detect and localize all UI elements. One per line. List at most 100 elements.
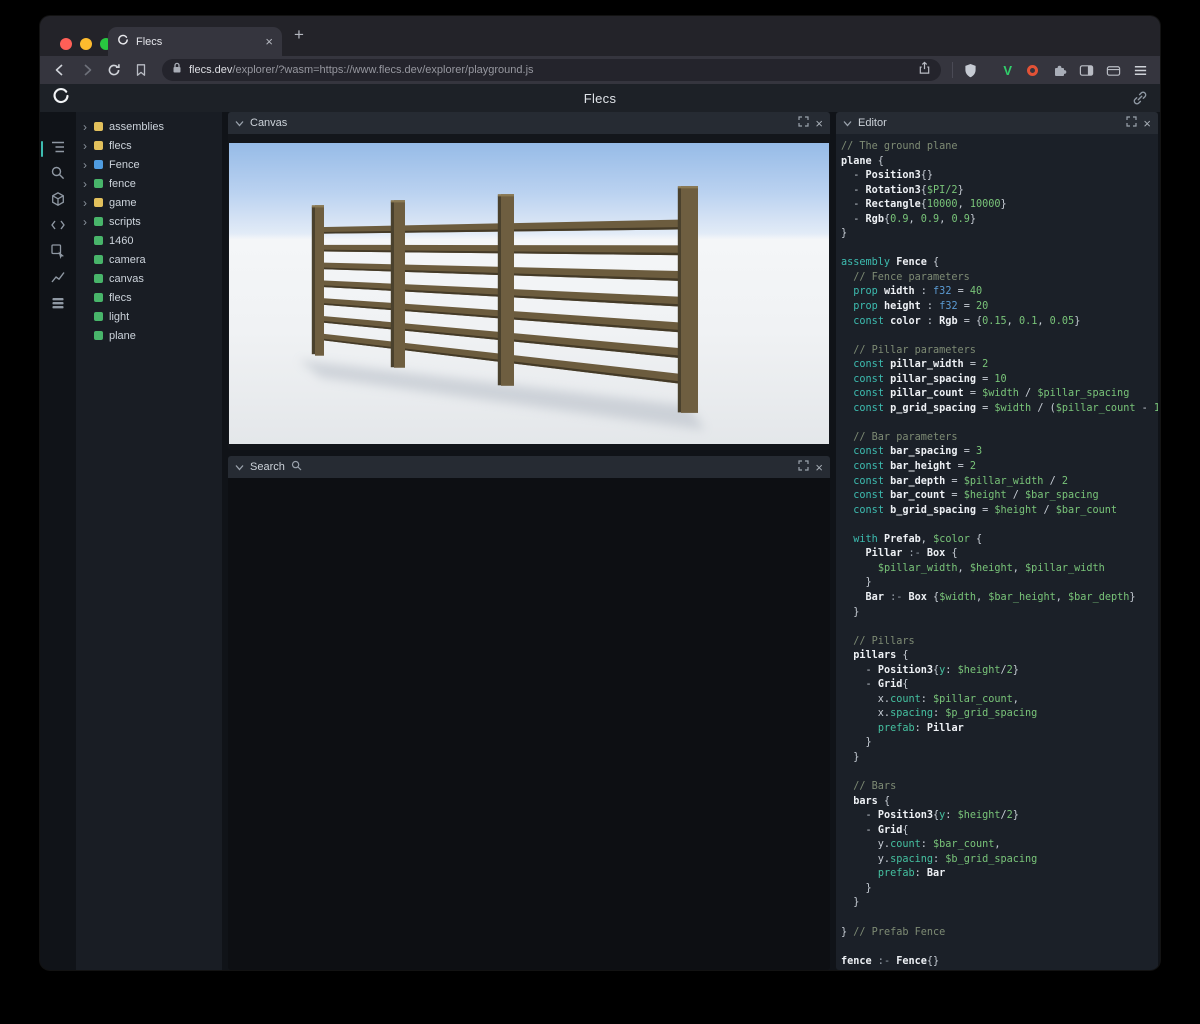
fence-3d-render <box>229 143 829 444</box>
tree-item-label: scripts <box>109 216 141 228</box>
expand-arrow-icon[interactable]: › <box>83 159 94 171</box>
close-window-button[interactable] <box>60 38 72 50</box>
bookmarks-button[interactable] <box>131 60 151 80</box>
minimize-window-button[interactable] <box>80 38 92 50</box>
tree-item-scripts[interactable]: › scripts <box>76 212 222 231</box>
tree-item-light[interactable]: light <box>76 307 222 326</box>
entity-tree-button[interactable] <box>40 136 76 162</box>
panel-expand-button[interactable] <box>1126 114 1137 132</box>
canvas-panel: Canvas × <box>228 112 830 450</box>
sidebar-panel-icon <box>1079 63 1094 78</box>
code-line <box>841 766 1158 781</box>
expand-arrow-icon[interactable]: › <box>83 178 94 190</box>
expand-arrow-icon[interactable]: › <box>83 140 94 152</box>
tree-item-Fence[interactable]: ›Fence <box>76 155 222 174</box>
extension-v-button[interactable]: V <box>1000 63 1015 78</box>
search-button[interactable] <box>40 162 76 188</box>
tree-item-flecs[interactable]: flecs <box>76 288 222 307</box>
sidebar-toggle-button[interactable] <box>1076 60 1096 80</box>
tree-item-label: fence <box>109 178 136 190</box>
code-editor[interactable]: // The ground planeplane { - Position3{}… <box>836 134 1158 970</box>
code-line: - Rotation3{$PI/2} <box>841 184 1158 199</box>
expand-arrow-icon[interactable]: › <box>83 197 94 209</box>
brave-shield-button[interactable] <box>960 60 980 80</box>
entity-kind-icon <box>94 274 103 283</box>
code-line: Pillar :- Box { <box>841 547 1158 562</box>
tree-item-canvas[interactable]: canvas <box>76 269 222 288</box>
back-button[interactable] <box>50 60 70 80</box>
bookmark-icon <box>134 63 148 77</box>
code-line: } <box>841 882 1158 897</box>
url-text: flecs.dev/explorer/?wasm=https://www.fle… <box>189 64 911 76</box>
tree-item-fence[interactable]: › fence <box>76 174 222 193</box>
page-title: Flecs <box>40 91 1160 106</box>
expand-arrow-icon[interactable]: › <box>83 121 94 133</box>
expand-arrow-icon[interactable]: › <box>83 216 94 228</box>
panel-expand-button[interactable] <box>798 114 809 132</box>
panel-expand-button[interactable] <box>798 458 809 476</box>
tab-title: Flecs <box>136 36 258 48</box>
browser-tab[interactable]: Flecs × <box>108 27 282 56</box>
new-tab-button[interactable]: + <box>294 25 304 45</box>
code-line: const pillar_count = $width / $pillar_sp… <box>841 387 1158 402</box>
editor-panel-header: Editor × <box>836 112 1158 134</box>
panel-close-button[interactable]: × <box>815 461 823 474</box>
tab-close-icon[interactable]: × <box>265 35 273 48</box>
share-link-button[interactable] <box>1132 90 1148 111</box>
puzzle-icon <box>1052 63 1067 78</box>
code-line: y.count: $bar_count, <box>841 838 1158 853</box>
entities-button[interactable] <box>40 188 76 214</box>
search-panel-header: Search × <box>228 456 830 478</box>
search-icon <box>50 165 66 186</box>
code-line: - Position3{y: $height/2} <box>841 809 1158 824</box>
menu-button[interactable] <box>1130 60 1150 80</box>
canvas-3d-viewport[interactable] <box>229 143 829 444</box>
link-icon <box>1132 90 1148 106</box>
code-line: plane { <box>841 155 1158 170</box>
queries-button[interactable] <box>40 292 76 318</box>
collapse-chevron-icon[interactable] <box>235 114 244 132</box>
entity-kind-icon <box>94 331 103 340</box>
tree-item-1460[interactable]: 1460 <box>76 231 222 250</box>
forward-icon <box>79 62 95 78</box>
code-line: - Position3{} <box>841 169 1158 184</box>
inspect-icon <box>50 243 66 264</box>
stats-icon <box>50 269 66 290</box>
extensions-button[interactable] <box>1049 60 1069 80</box>
lock-icon <box>172 61 182 79</box>
code-line <box>841 242 1158 257</box>
inspect-button[interactable] <box>40 240 76 266</box>
tree-item-game[interactable]: ›game <box>76 193 222 212</box>
code-line: - Grid{ <box>841 678 1158 693</box>
code-button[interactable] <box>40 214 76 240</box>
tree-item-plane[interactable]: plane <box>76 326 222 345</box>
forward-button[interactable] <box>77 60 97 80</box>
code-line: const bar_depth = $pillar_width / 2 <box>841 475 1158 490</box>
collapse-chevron-icon[interactable] <box>235 458 244 476</box>
collapse-chevron-icon[interactable] <box>843 114 852 132</box>
tree-item-flecs[interactable]: ›flecs <box>76 136 222 155</box>
tab-bar: Flecs × + <box>40 16 1160 56</box>
code-line <box>841 911 1158 926</box>
panel-close-button[interactable]: × <box>815 117 823 130</box>
code-line: x.count: $pillar_count, <box>841 693 1158 708</box>
tree-item-camera[interactable]: camera <box>76 250 222 269</box>
entity-kind-icon <box>94 198 103 207</box>
stats-button[interactable] <box>40 266 76 292</box>
panel-close-button[interactable]: × <box>1143 117 1151 130</box>
tree-item-assemblies[interactable]: ›assemblies <box>76 117 222 136</box>
entity-kind-icon <box>94 141 103 150</box>
entity-tree-panel: ›assemblies›flecs›Fence›fence›game›scrip… <box>76 112 222 970</box>
code-line: } <box>841 227 1158 242</box>
entity-kind-icon <box>94 217 103 226</box>
share-icon <box>918 61 931 75</box>
reload-button[interactable] <box>104 60 124 80</box>
code-line: $pillar_width, $height, $pillar_width <box>841 562 1158 577</box>
wallet-button[interactable] <box>1103 60 1123 80</box>
code-line: const bar_spacing = 3 <box>841 445 1158 460</box>
extension-record-button[interactable] <box>1022 60 1042 80</box>
address-bar[interactable]: flecs.dev/explorer/?wasm=https://www.fle… <box>162 59 941 81</box>
share-button[interactable] <box>918 61 931 80</box>
code-line: prefab: Pillar <box>841 722 1158 737</box>
code-line: assembly Fence { <box>841 256 1158 271</box>
